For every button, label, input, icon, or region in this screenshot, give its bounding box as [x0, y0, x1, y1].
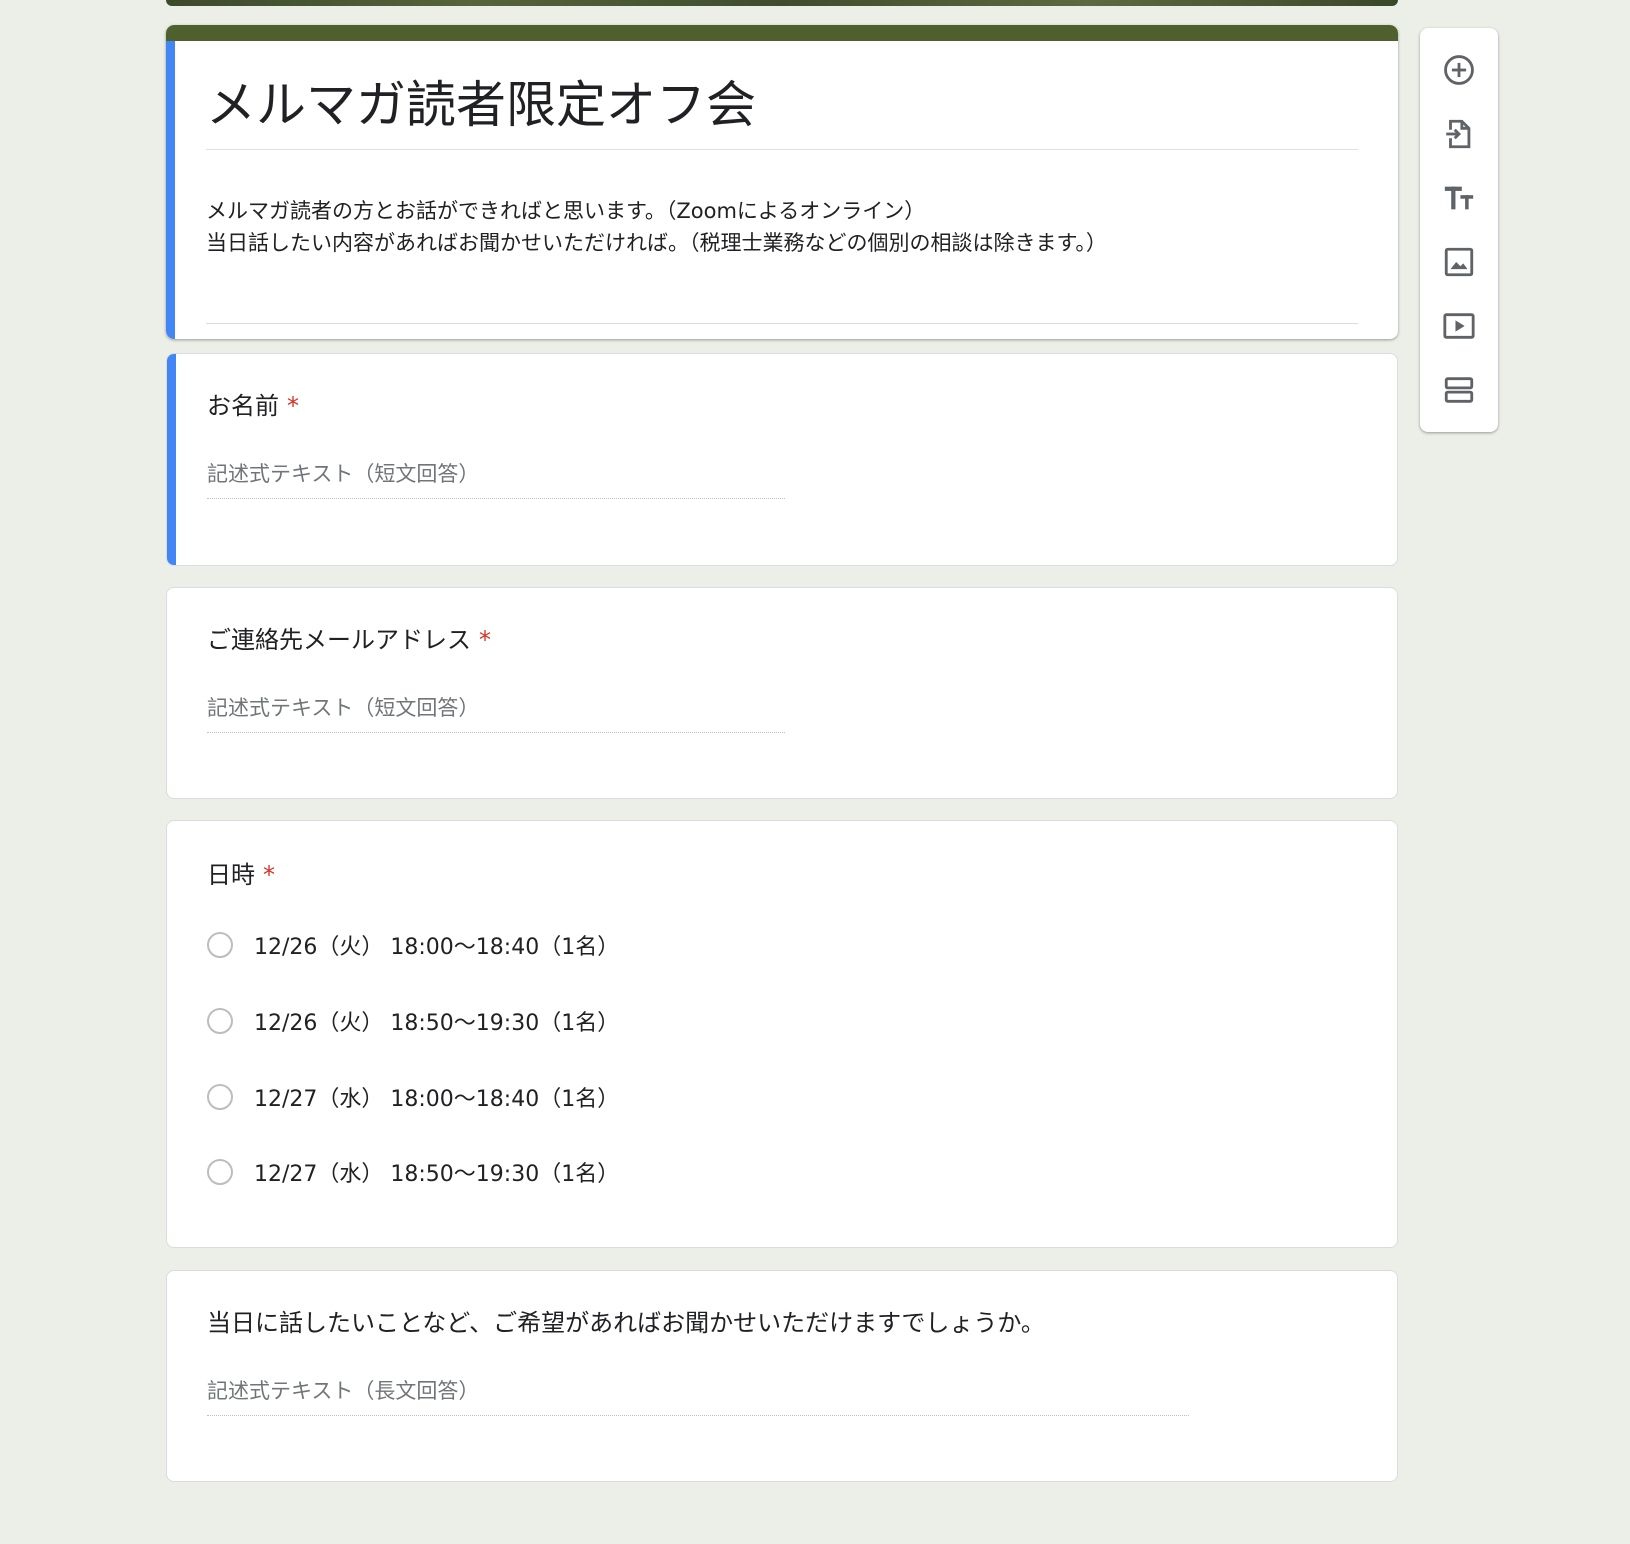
form-description-line: 当日話したい内容があればお聞かせいただければ。（税理士業務などの個別の相談は除き…: [206, 231, 1107, 255]
add-video-icon[interactable]: [1437, 304, 1481, 348]
radio-option[interactable]: 12/27（水） 18:00〜18:40（1名）: [207, 1077, 619, 1117]
form-description[interactable]: メルマガ読者の方とお話ができればと思います。（Zoomによるオンライン） 当日話…: [206, 195, 1358, 324]
add-image-icon[interactable]: [1437, 240, 1481, 284]
radio-option[interactable]: 12/27（水） 18:50〜19:30（1名）: [207, 1152, 619, 1192]
question-title: 日時 *: [207, 861, 275, 889]
question-title: お名前 *: [207, 392, 299, 420]
required-mark: *: [263, 861, 275, 889]
import-questions-icon[interactable]: [1437, 112, 1481, 156]
question-card-email[interactable]: ご連絡先メールアドレス * 記述式テキスト（短文回答）: [166, 587, 1398, 799]
form-description-line: メルマガ読者の方とお話ができればと思います。（Zoomによるオンライン）: [206, 199, 926, 223]
radio-button[interactable]: [207, 932, 233, 958]
add-section-icon[interactable]: [1437, 368, 1481, 412]
required-mark: *: [287, 392, 299, 420]
radio-button[interactable]: [207, 1084, 233, 1110]
question-title: 当日に話したいことなど、ご希望があればお聞かせいただけますでしょうか。: [207, 1309, 1045, 1337]
add-title-icon[interactable]: [1437, 176, 1481, 220]
long-answer-field[interactable]: 記述式テキスト（長文回答）: [207, 1377, 1189, 1416]
radio-button[interactable]: [207, 1008, 233, 1034]
short-answer-field[interactable]: 記述式テキスト（短文回答）: [207, 460, 785, 499]
required-mark: *: [479, 626, 491, 654]
form-title-card[interactable]: メルマガ読者限定オフ会 メルマガ読者の方とお話ができればと思います。（Zoomに…: [166, 25, 1398, 339]
radio-option[interactable]: 12/26（火） 18:00〜18:40（1名）: [207, 925, 619, 965]
add-question-icon[interactable]: [1437, 48, 1481, 92]
radio-option-label: 12/27（水） 18:50〜19:30（1名）: [254, 1162, 620, 1187]
header-image: [166, 0, 1398, 6]
radio-option-label: 12/26（火） 18:50〜19:30（1名）: [254, 1011, 620, 1036]
radio-option-label: 12/27（水） 18:00〜18:40（1名）: [254, 1087, 620, 1112]
question-card-datetime[interactable]: 日時 * 12/26（火） 18:00〜18:40（1名） 12/26（火） 18…: [166, 820, 1398, 1248]
theme-color-band: [166, 25, 1398, 41]
short-answer-field[interactable]: 記述式テキスト（短文回答）: [207, 694, 785, 733]
form-title[interactable]: メルマガ読者限定オフ会: [206, 75, 1358, 150]
question-title: ご連絡先メールアドレス *: [207, 626, 491, 654]
radio-option-label: 12/26（火） 18:00〜18:40（1名）: [254, 935, 620, 960]
floating-toolbar: [1420, 28, 1498, 432]
radio-button[interactable]: [207, 1159, 233, 1185]
question-card-name[interactable]: お名前 * 記述式テキスト（短文回答）: [166, 353, 1398, 566]
question-card-wishes[interactable]: 当日に話したいことなど、ご希望があればお聞かせいただけますでしょうか。 記述式テ…: [166, 1270, 1398, 1482]
radio-option[interactable]: 12/26（火） 18:50〜19:30（1名）: [207, 1001, 619, 1041]
